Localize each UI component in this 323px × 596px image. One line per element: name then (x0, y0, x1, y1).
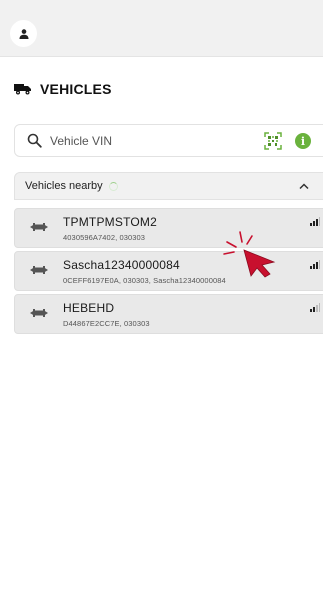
search-icon (27, 133, 42, 148)
vehicle-details: 4030596A7402, 030303 (63, 233, 146, 242)
vehicle-name: HEBEHD (63, 301, 115, 315)
nearby-label: Vehicles nearby (25, 180, 103, 192)
truck-icon (14, 84, 31, 95)
vehicle-name: Sascha12340000084 (63, 258, 180, 272)
vehicle-list-item[interactable]: HEBEHD D44867E2CC7E, 030303 (14, 294, 323, 334)
car-icon (30, 309, 48, 317)
vehicle-name: TPMTPMSTOM2 (63, 215, 157, 229)
vehicle-details: 0CEFF6197E0A, 030303, Sascha12340000084 (63, 276, 226, 285)
loading-spinner-icon (108, 181, 118, 191)
car-icon (30, 266, 48, 274)
vehicle-list: TPMTPMSTOM2 4030596A7402, 030303 Sascha1… (14, 208, 323, 337)
user-icon (19, 28, 28, 39)
vin-search-box: i (14, 124, 323, 157)
vehicle-list-item[interactable]: TPMTPMSTOM2 4030596A7402, 030303 (14, 208, 323, 248)
qr-scan-button[interactable] (264, 132, 282, 150)
info-icon: i (300, 134, 306, 148)
chevron-up-icon[interactable] (298, 181, 310, 191)
nearby-section-header[interactable]: Vehicles nearby (14, 172, 323, 200)
vin-search-input[interactable] (50, 133, 250, 148)
vehicle-list-item[interactable]: Sascha12340000084 0CEFF6197E0A, 030303, … (14, 251, 323, 291)
section-header: VEHICLES (14, 80, 112, 98)
signal-strength-icon (310, 217, 320, 226)
top-bar (0, 0, 323, 57)
vehicle-details: D44867E2CC7E, 030303 (63, 319, 150, 328)
qr-scan-icon (264, 132, 282, 150)
car-icon (30, 223, 48, 231)
info-button[interactable]: i (295, 133, 311, 149)
signal-strength-icon (310, 303, 320, 312)
section-title: VEHICLES (40, 81, 112, 97)
signal-strength-icon (310, 260, 320, 269)
user-avatar-button[interactable] (10, 20, 37, 47)
